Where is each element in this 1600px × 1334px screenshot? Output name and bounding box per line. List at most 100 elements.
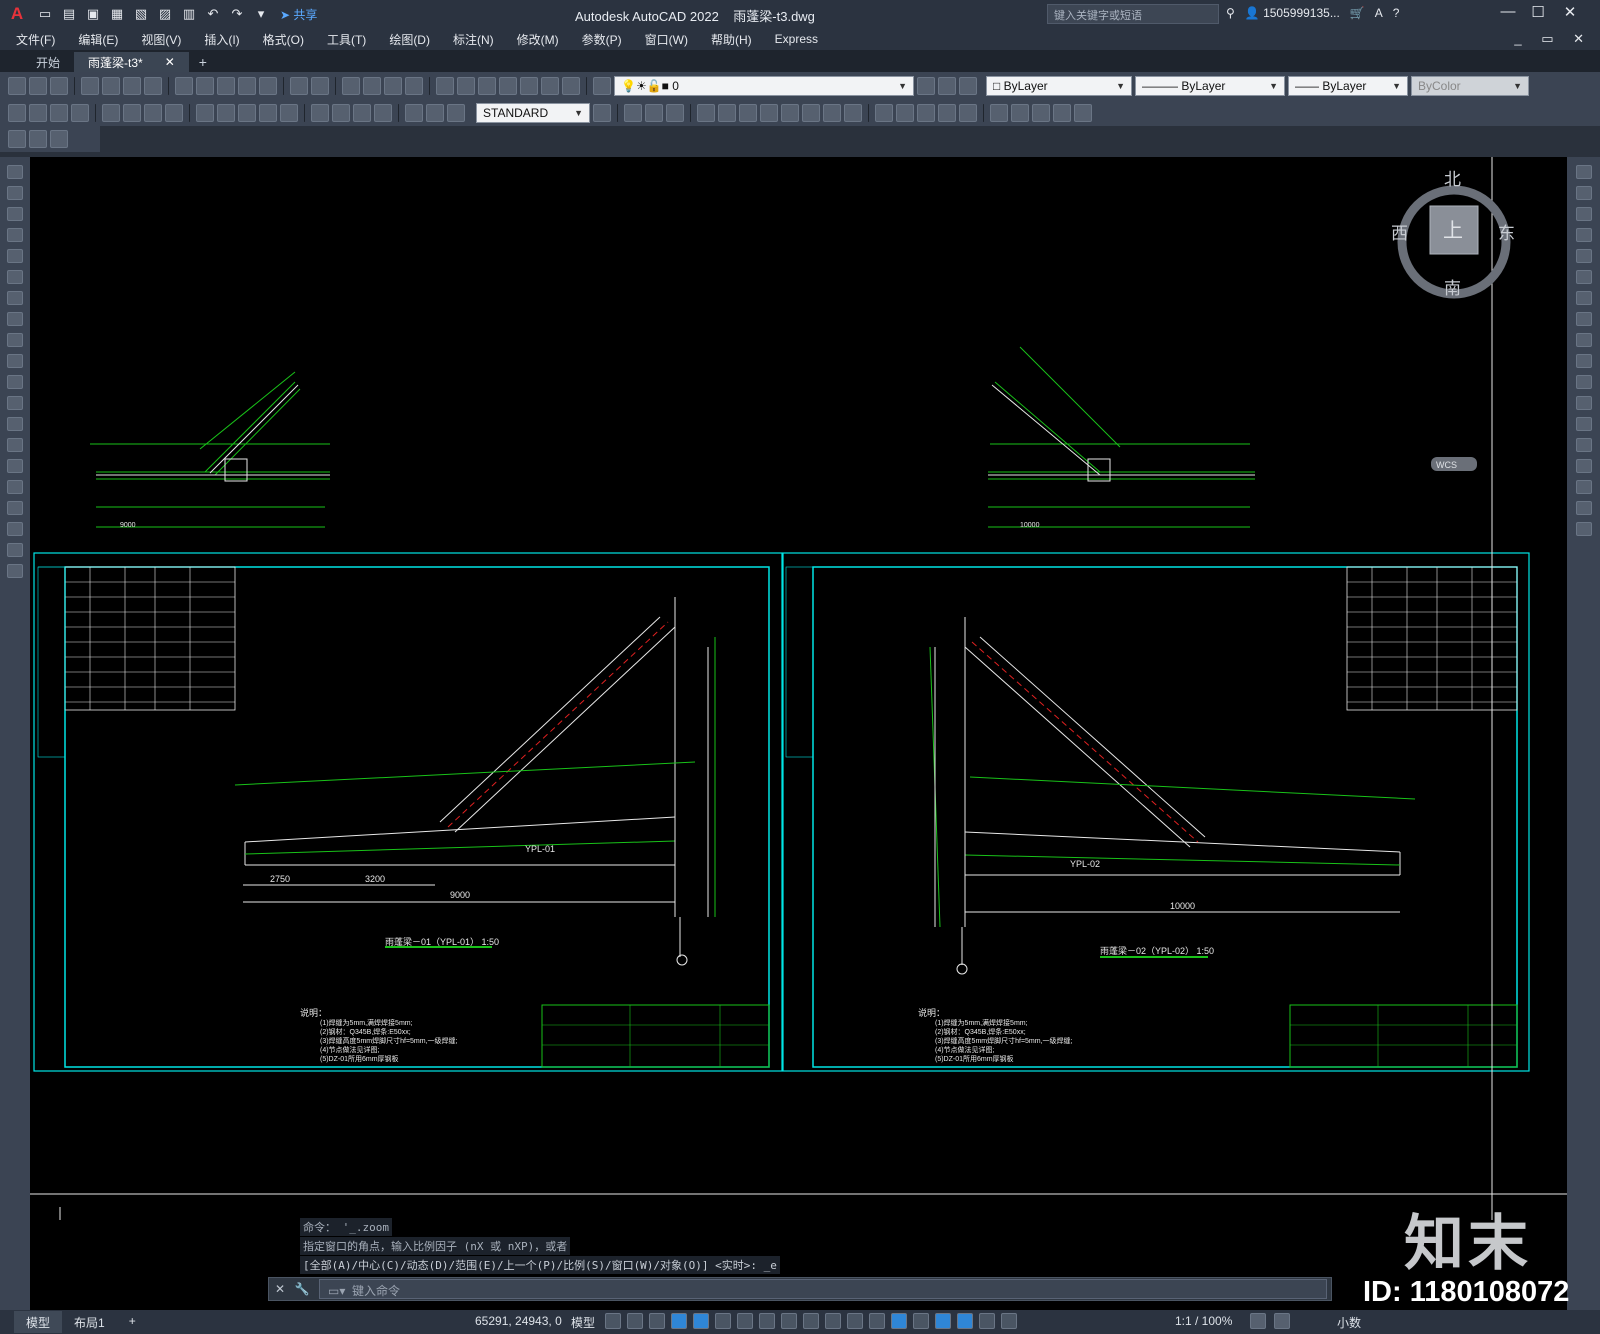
quick-dimension-icon[interactable] xyxy=(196,104,214,122)
center-mark-icon[interactable] xyxy=(332,104,350,122)
add-selected-icon[interactable] xyxy=(7,564,23,578)
viewcube-top[interactable]: 上 xyxy=(1443,219,1463,242)
modify-rotate-icon[interactable] xyxy=(760,104,778,122)
menu-express[interactable]: Express xyxy=(775,32,818,46)
modify-offset-icon[interactable] xyxy=(697,104,715,122)
radius-icon[interactable] xyxy=(102,104,120,122)
publish-icon[interactable] xyxy=(123,77,141,95)
help-icon[interactable]: ? xyxy=(1393,6,1400,20)
menu-parametric[interactable]: 参数(P) xyxy=(582,31,622,48)
revision-cloud-icon[interactable] xyxy=(7,312,23,326)
workspace-switch-icon[interactable] xyxy=(1250,1313,1266,1329)
offset-icon[interactable] xyxy=(1575,228,1592,242)
arc-icon[interactable] xyxy=(7,270,23,284)
menu-window[interactable]: 窗口(W) xyxy=(645,31,688,48)
spline-icon[interactable] xyxy=(7,333,23,347)
draworder-below-icon[interactable] xyxy=(1074,104,1092,122)
menu-dimension[interactable]: 标注(N) xyxy=(453,31,494,48)
menu-file[interactable]: 文件(F) xyxy=(16,31,55,48)
zoom-window-icon[interactable] xyxy=(384,77,402,95)
tab-model[interactable]: 模型 xyxy=(14,1311,63,1333)
layer-dropdown[interactable]: 💡☀🔓■ 0 ▼ xyxy=(614,76,914,96)
3d-dwf-icon[interactable] xyxy=(144,77,162,95)
save-icon[interactable]: ▣ xyxy=(82,3,104,25)
tab-layout1[interactable]: 布局1 xyxy=(62,1311,117,1333)
drawing-canvas[interactable]: 雨蓬梁－01（YPL-01） 1:50 YPL-01 9000 2750 320… xyxy=(30,157,1567,1220)
calculator-icon[interactable] xyxy=(541,77,559,95)
tab-close-icon[interactable]: ✕ xyxy=(165,55,175,69)
tolerance-icon[interactable] xyxy=(311,104,329,122)
open-icon[interactable] xyxy=(29,77,47,95)
modify-join-icon[interactable] xyxy=(896,104,914,122)
copy-object-icon[interactable] xyxy=(1575,186,1592,200)
line-icon[interactable] xyxy=(7,165,23,179)
construction-line-icon[interactable] xyxy=(7,186,23,200)
infer-constraints-icon[interactable] xyxy=(649,1313,665,1329)
workspace-icon[interactable] xyxy=(8,130,26,148)
preview-icon[interactable] xyxy=(102,77,120,95)
fillet-icon[interactable] xyxy=(1575,480,1592,494)
modify-chamfer-icon[interactable] xyxy=(917,104,935,122)
open-web-icon[interactable]: ▧ xyxy=(130,3,152,25)
close-button[interactable]: ✕ xyxy=(1556,3,1584,25)
copy-icon[interactable] xyxy=(196,77,214,95)
insert-block-icon[interactable] xyxy=(7,396,23,410)
linetype-dropdown[interactable]: ——— ByLayer ▼ xyxy=(1135,76,1285,96)
undo-icon[interactable] xyxy=(290,77,308,95)
redo-icon[interactable]: ↷ xyxy=(226,3,248,25)
layout-icon[interactable] xyxy=(29,130,47,148)
join-icon[interactable] xyxy=(1575,438,1592,452)
new-tab-button[interactable]: + xyxy=(189,52,217,72)
diameter-icon[interactable] xyxy=(144,104,162,122)
selection-filter-icon[interactable] xyxy=(913,1313,929,1329)
menu-edit[interactable]: 编辑(E) xyxy=(78,31,118,48)
arc-length-icon[interactable] xyxy=(50,104,68,122)
scale-icon[interactable] xyxy=(1575,312,1592,326)
new-icon[interactable]: ▭ xyxy=(34,3,56,25)
dimension-space-icon[interactable] xyxy=(259,104,277,122)
help-icon[interactable] xyxy=(562,77,580,95)
rectangle-icon[interactable] xyxy=(7,249,23,263)
command-settings-icon[interactable]: 🔧 xyxy=(291,1282,313,1296)
polygon-icon[interactable] xyxy=(7,228,23,242)
command-close-icon[interactable]: ✕ xyxy=(269,1282,291,1296)
annotation-visibility-icon[interactable] xyxy=(957,1313,973,1329)
transparency-icon[interactable] xyxy=(825,1313,841,1329)
layer-states-icon[interactable] xyxy=(959,77,977,95)
make-current-icon[interactable] xyxy=(917,77,935,95)
polar-tracking-icon[interactable] xyxy=(715,1313,731,1329)
mirror-icon[interactable] xyxy=(1575,207,1592,221)
linear-dimension-icon[interactable] xyxy=(8,104,26,122)
gizmo-icon[interactable] xyxy=(935,1313,951,1329)
new-icon[interactable] xyxy=(8,77,26,95)
move-icon[interactable] xyxy=(1575,270,1592,284)
snap-icon[interactable] xyxy=(627,1313,643,1329)
units-display[interactable]: 小数 xyxy=(1337,1314,1361,1331)
dimension-update-icon[interactable] xyxy=(447,104,465,122)
polyline-icon[interactable] xyxy=(7,207,23,221)
chamfer-icon[interactable] xyxy=(1575,459,1592,473)
draworder-front-icon[interactable] xyxy=(1011,104,1029,122)
aligned-dimension-icon[interactable] xyxy=(29,104,47,122)
modify-fillet-icon[interactable] xyxy=(938,104,956,122)
properties-icon[interactable] xyxy=(436,77,454,95)
3d-osnap-icon[interactable] xyxy=(869,1313,885,1329)
draworder-back-icon[interactable] xyxy=(1032,104,1050,122)
dimension-style-icon[interactable] xyxy=(593,104,611,122)
dimension-edit-icon[interactable] xyxy=(405,104,423,122)
ellipse-icon[interactable] xyxy=(7,354,23,368)
explode-icon[interactable] xyxy=(1575,522,1592,536)
baseline-icon[interactable] xyxy=(217,104,235,122)
match-properties-icon[interactable] xyxy=(238,77,256,95)
break-icon[interactable] xyxy=(1575,417,1592,431)
search-input[interactable]: 键入关键字或短语 xyxy=(1047,4,1219,24)
open-icon[interactable]: ▤ xyxy=(58,3,80,25)
modify-mirror-icon[interactable] xyxy=(666,104,684,122)
modify-trim-icon[interactable] xyxy=(823,104,841,122)
object-snap-icon[interactable] xyxy=(781,1313,797,1329)
jogged-linear-icon[interactable] xyxy=(374,104,392,122)
ellipse-arc-icon[interactable] xyxy=(7,375,23,389)
layer-properties-icon[interactable] xyxy=(593,77,611,95)
menu-draw[interactable]: 绘图(D) xyxy=(389,31,430,48)
circle-icon[interactable] xyxy=(7,291,23,305)
